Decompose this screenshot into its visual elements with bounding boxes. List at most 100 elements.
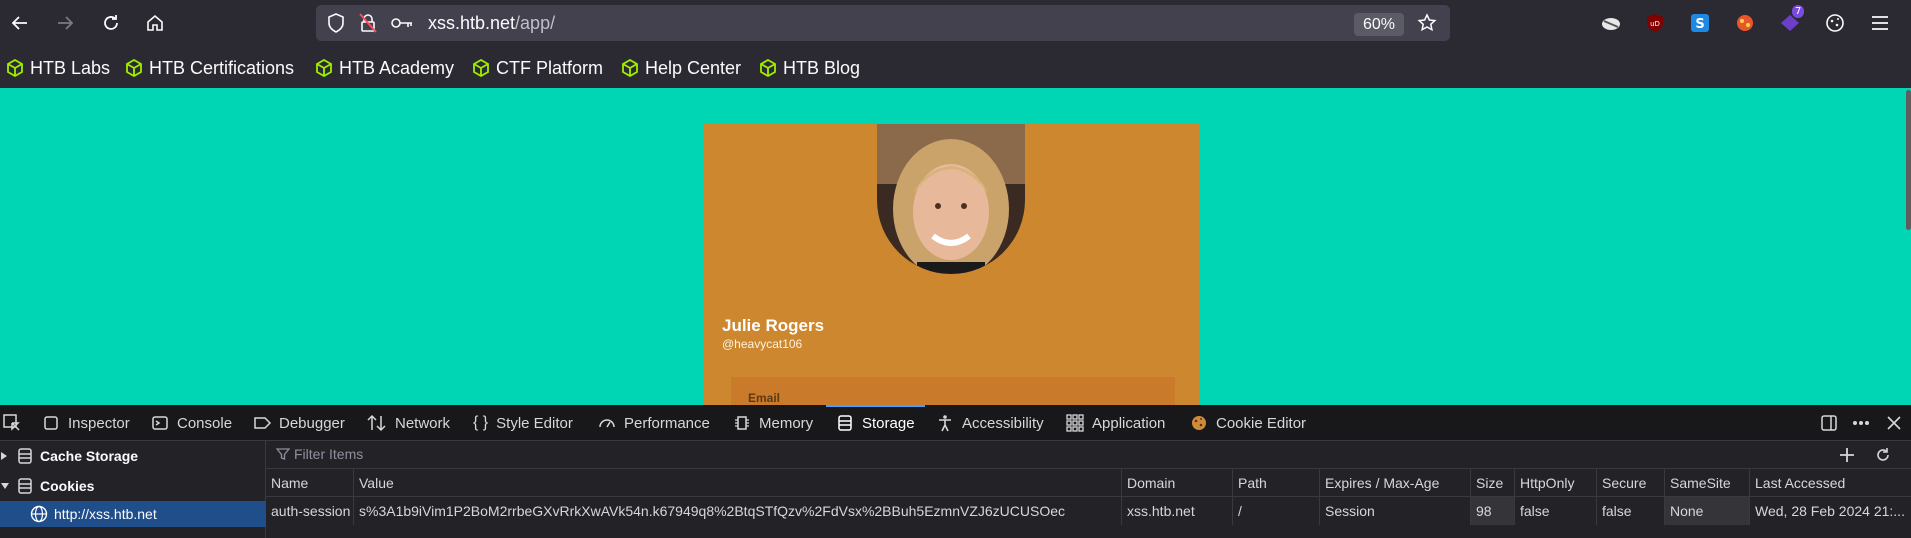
- back-button[interactable]: [5, 8, 35, 38]
- refresh-items-button[interactable]: [1872, 444, 1894, 466]
- forward-button[interactable]: [50, 8, 80, 38]
- ellipsis-icon: [1853, 421, 1869, 425]
- more-options-button[interactable]: [1849, 405, 1873, 441]
- column-header-httponly[interactable]: HttpOnly: [1514, 469, 1596, 496]
- extension-badge-icon[interactable]: 7: [1778, 5, 1805, 35]
- url-text[interactable]: xss.htb.net/app/: [428, 13, 555, 34]
- bookmark-label: HTB Academy: [339, 57, 455, 78]
- tab-label: Memory: [759, 414, 814, 432]
- svg-text:S: S: [1695, 17, 1704, 32]
- tab-performance[interactable]: Performance: [598, 405, 710, 441]
- application-grid-icon: [1066, 414, 1084, 432]
- url-host: xss.htb.net: [428, 13, 516, 33]
- extension-hackbar-icon[interactable]: [1599, 11, 1623, 35]
- element-picker-button[interactable]: [2, 405, 22, 441]
- gauge-icon: [599, 419, 615, 428]
- column-header-secure[interactable]: Secure: [1596, 469, 1664, 496]
- htb-cube-icon: [760, 59, 776, 77]
- zoom-indicator[interactable]: 60%: [1354, 13, 1404, 36]
- bookmark-htb-academy[interactable]: HTB Academy: [315, 56, 454, 80]
- cell-secure[interactable]: false: [1596, 497, 1664, 525]
- cell-samesite[interactable]: None: [1664, 497, 1749, 525]
- caret-right-icon: [1, 452, 7, 460]
- column-header-domain[interactable]: Domain: [1121, 469, 1232, 496]
- close-devtools-button[interactable]: [1882, 405, 1906, 441]
- column-header-size[interactable]: Size: [1470, 469, 1514, 496]
- debugger-icon: [254, 417, 271, 429]
- tab-cookie-editor[interactable]: Cookie Editor: [1190, 405, 1306, 441]
- htb-cube-icon: [7, 59, 23, 77]
- bookmark-star-icon[interactable]: [1416, 13, 1438, 33]
- filter-input[interactable]: Filter Items: [276, 446, 363, 462]
- tree-item-cookie-host[interactable]: http://xss.htb.net: [0, 501, 266, 527]
- tab-label: Cookie Editor: [1216, 414, 1307, 432]
- tab-style-editor[interactable]: { } Style Editor: [473, 405, 573, 441]
- tree-item-cache-storage[interactable]: Cache Storage: [0, 443, 266, 469]
- ublock-origin-icon[interactable]: uD: [1643, 11, 1667, 35]
- tab-label: Inspector: [68, 414, 130, 432]
- cell-name[interactable]: auth-session: [266, 497, 353, 525]
- tab-label: Network: [395, 414, 451, 432]
- cookie-icon[interactable]: [1823, 11, 1847, 35]
- cell-httponly[interactable]: false: [1514, 497, 1596, 525]
- column-header-samesite[interactable]: SameSite: [1664, 469, 1749, 496]
- profile-handle: @heavycat106: [722, 337, 803, 351]
- extension-s-icon[interactable]: S: [1688, 11, 1712, 35]
- table-row[interactable]: auth-session s%3A1b9iVim1P2BoM2rrbeGXvRr…: [266, 497, 1911, 525]
- tab-console[interactable]: Console: [151, 405, 232, 441]
- tab-label: Style Editor: [496, 414, 573, 432]
- shield-icon[interactable]: [325, 13, 347, 33]
- tab-storage[interactable]: Storage: [836, 405, 915, 441]
- htb-cube-icon: [316, 59, 332, 77]
- bookmark-ctf-platform[interactable]: CTF Platform: [472, 56, 603, 80]
- bookmark-help-center[interactable]: Help Center: [621, 56, 741, 80]
- tab-memory[interactable]: Memory: [733, 405, 813, 441]
- reload-icon: [1877, 448, 1889, 461]
- extension-badge-count: 7: [1792, 5, 1805, 18]
- bookmark-htb-blog[interactable]: HTB Blog: [759, 56, 860, 80]
- cell-size[interactable]: 98: [1470, 497, 1514, 525]
- network-icon: [367, 414, 386, 432]
- cell-path[interactable]: /: [1232, 497, 1319, 525]
- home-icon: [147, 14, 163, 31]
- page-scrollbar[interactable]: [1905, 88, 1911, 405]
- tab-accessibility[interactable]: Accessibility: [936, 405, 1044, 441]
- svg-text:uD: uD: [1650, 20, 1660, 28]
- reload-button[interactable]: [96, 8, 126, 38]
- column-header-last-accessed[interactable]: Last Accessed: [1749, 469, 1911, 496]
- cell-expires[interactable]: Session: [1319, 497, 1470, 525]
- filter-icon: [276, 448, 290, 460]
- cell-value[interactable]: s%3A1b9iVim1P2BoM2rrbeGXvRrkXwAVk54n.k67…: [353, 497, 1121, 525]
- url-bar[interactable]: xss.htb.net/app/ 60%: [316, 5, 1450, 41]
- column-header-expires[interactable]: Expires / Max-Age: [1319, 469, 1470, 496]
- tree-item-cookies[interactable]: Cookies: [0, 473, 266, 499]
- scrollbar-thumb[interactable]: [1906, 90, 1911, 230]
- tab-label: Performance: [624, 414, 710, 432]
- arrow-left-icon: [11, 16, 27, 30]
- add-item-button[interactable]: [1836, 444, 1858, 466]
- cell-last-accessed[interactable]: Wed, 28 Feb 2024 21:...: [1749, 497, 1911, 525]
- email-field[interactable]: Email: [731, 377, 1175, 405]
- insecure-lock-icon[interactable]: [357, 13, 379, 33]
- console-icon: [152, 416, 168, 430]
- tab-debugger[interactable]: Debugger: [253, 405, 345, 441]
- column-header-value[interactable]: Value: [353, 469, 1121, 496]
- dock-side-button[interactable]: [1817, 405, 1841, 441]
- home-button[interactable]: [140, 8, 170, 38]
- column-header-path[interactable]: Path: [1232, 469, 1319, 496]
- memory-chip-icon: [735, 416, 749, 430]
- extension-cookie-monster-icon[interactable]: [1733, 11, 1757, 35]
- tab-inspector[interactable]: Inspector: [42, 405, 130, 441]
- bookmark-htb-certifications[interactable]: HTB Certifications: [125, 56, 294, 80]
- tab-network[interactable]: Network: [367, 405, 450, 441]
- column-header-name[interactable]: Name: [266, 469, 353, 496]
- cell-domain[interactable]: xss.htb.net: [1121, 497, 1232, 525]
- email-label: Email: [748, 391, 781, 405]
- tab-label: Accessibility: [962, 414, 1044, 432]
- key-icon[interactable]: [391, 13, 413, 33]
- devtools-panel: Inspector Console Debugger Network { } S…: [0, 405, 1911, 538]
- bookmark-htb-labs[interactable]: HTB Labs: [6, 56, 110, 80]
- tab-application[interactable]: Application: [1066, 405, 1165, 441]
- storage-icon: [18, 478, 32, 494]
- menu-icon[interactable]: [1868, 11, 1892, 35]
